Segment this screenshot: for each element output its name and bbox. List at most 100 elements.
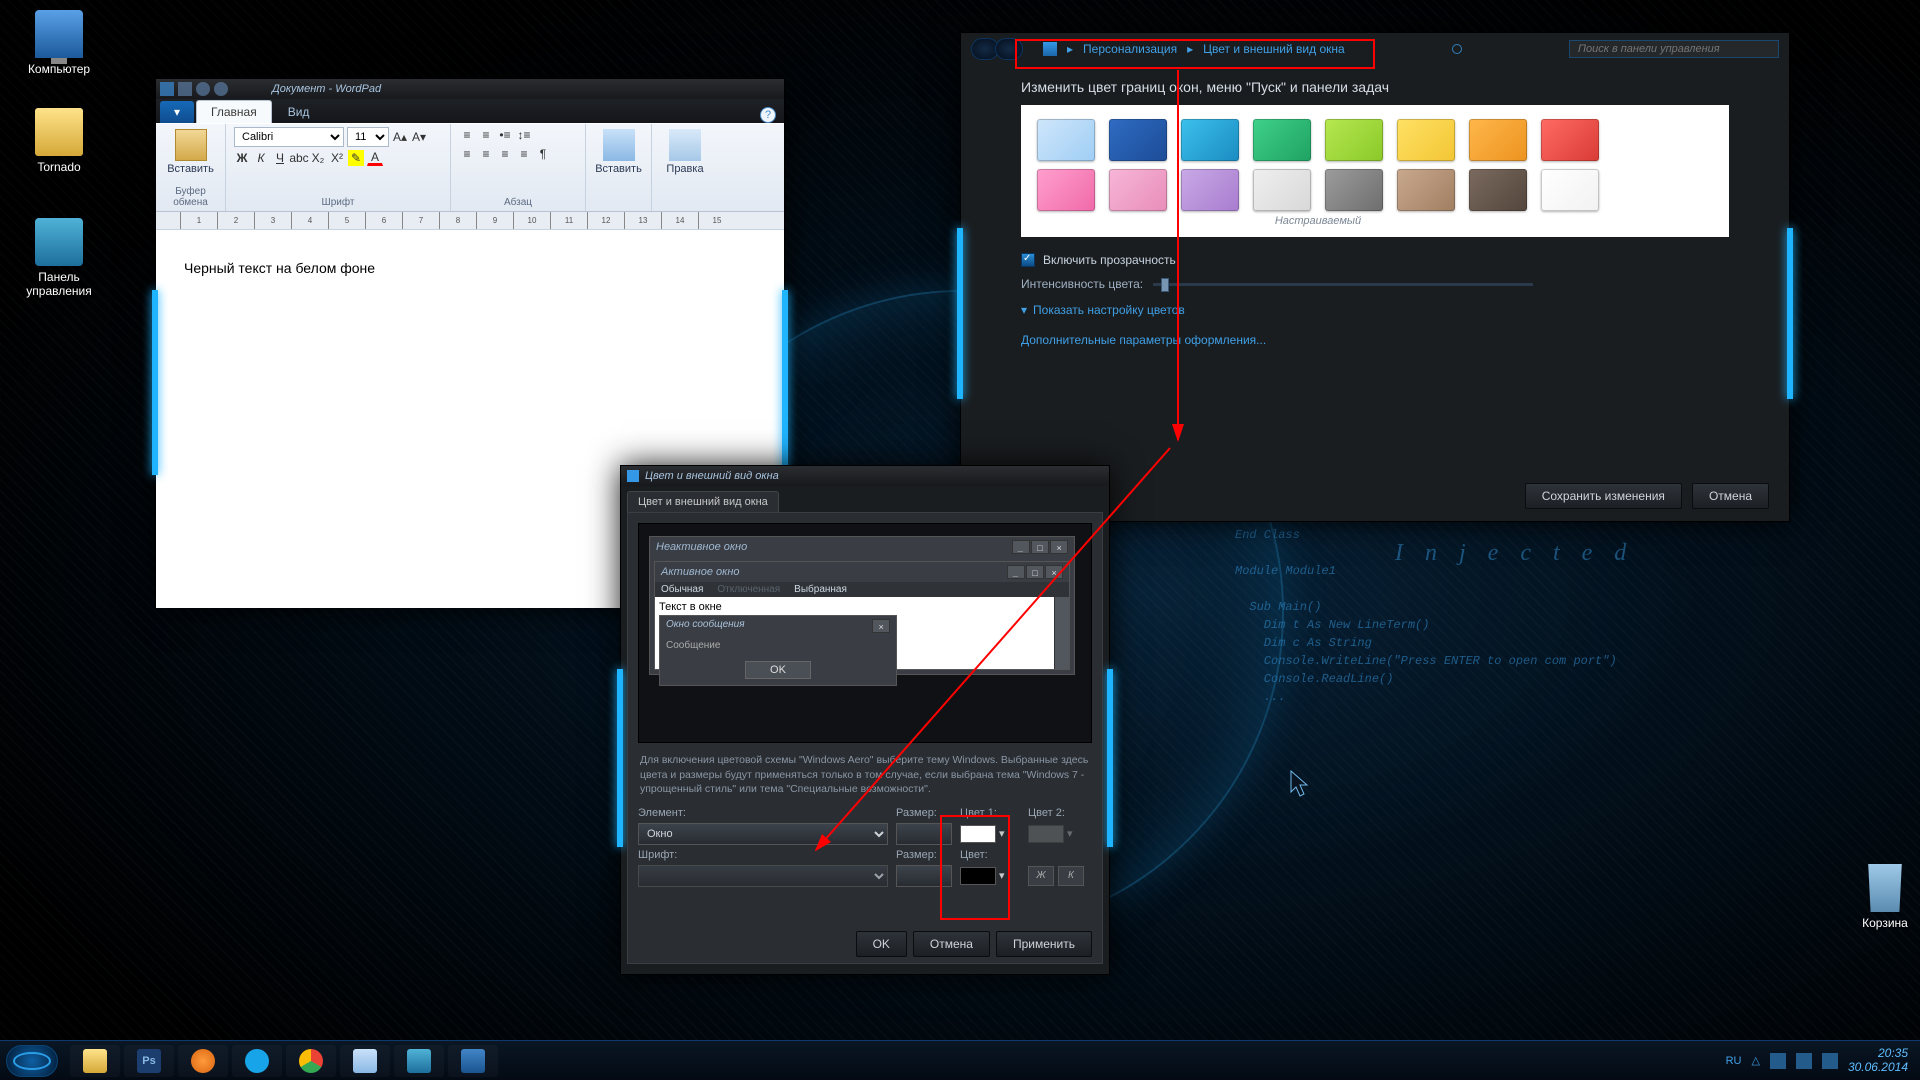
clock[interactable]: 20:3530.06.2014 [1848,1047,1914,1073]
redo-icon[interactable] [214,82,228,96]
tab-view[interactable]: Вид [274,101,324,123]
size-input[interactable] [896,823,952,845]
cancel-button[interactable]: Отмена [913,931,990,957]
color-swatch[interactable] [1109,169,1167,211]
nav-forward-button[interactable] [995,38,1023,60]
color-swatch[interactable] [1253,119,1311,161]
bold-icon[interactable]: Ж [234,150,250,166]
fontsize-input[interactable] [896,865,952,887]
bullets-icon[interactable]: •≡ [497,127,513,143]
italic-icon[interactable]: К [253,150,269,166]
intensity-label: Интенсивность цвета: [1021,277,1143,291]
edit-button[interactable]: Правка [660,127,710,177]
align-left-icon[interactable]: ≡ [459,146,475,162]
color-swatch[interactable] [1397,169,1455,211]
taskbar-personalization[interactable] [394,1045,444,1077]
taskbar-mediaplayer[interactable] [178,1045,228,1077]
align-center-icon[interactable]: ≡ [478,146,494,162]
save-icon[interactable] [178,82,192,96]
color-swatch[interactable] [1469,119,1527,161]
color-swatch[interactable] [1325,169,1383,211]
subscript-icon[interactable]: X₂ [310,150,326,166]
cancel-button[interactable]: Отмена [1692,483,1769,509]
highlight-icon[interactable]: ✎ [348,150,364,166]
font-size-select[interactable]: 11 [347,127,389,147]
color-swatch[interactable] [1397,119,1455,161]
color-swatch[interactable] [1469,169,1527,211]
tray-expand-icon[interactable]: △ [1751,1054,1759,1067]
dedent-icon[interactable]: ≡ [459,127,475,143]
color-swatch[interactable] [1181,119,1239,161]
wordpad-title: Документ - WordPad [272,83,381,95]
lang-indicator[interactable]: RU [1726,1055,1742,1067]
taskbar-appearance[interactable] [448,1045,498,1077]
desktop-icon-control-panel[interactable]: Панель управления [14,218,104,298]
action-center-icon[interactable] [1770,1053,1786,1069]
preview-messagebox: Окно сообщения× Сообщение OK [659,615,897,686]
label-element: Элемент: [638,807,888,819]
ok-button[interactable]: OK [856,931,907,957]
strike-icon[interactable]: abc [291,150,307,166]
bold-toggle[interactable]: Ж [1028,866,1054,886]
align-justify-icon[interactable]: ≡ [516,146,532,162]
volume-icon[interactable] [1822,1053,1838,1069]
paragraph-icon[interactable]: ¶ [535,146,551,162]
grow-font-icon[interactable]: A▴ [392,129,408,145]
shrink-font-icon[interactable]: A▾ [411,129,427,145]
paste-button[interactable]: Вставить [164,127,217,177]
search-input[interactable] [1569,40,1779,58]
color-swatch[interactable] [1037,169,1095,211]
color-swatch[interactable] [1325,119,1383,161]
start-button[interactable] [6,1045,58,1077]
font-select[interactable] [638,865,888,887]
indent-icon[interactable]: ≡ [478,127,494,143]
desktop-icon-recycle-bin[interactable]: Корзина [1840,864,1920,930]
font-family-select[interactable]: Calibri [234,127,344,147]
save-changes-button[interactable]: Сохранить изменения [1525,483,1682,509]
refresh-icon[interactable] [1452,44,1462,54]
taskbar-wordpad[interactable] [340,1045,390,1077]
taskbar-photoshop[interactable]: Ps [124,1045,174,1077]
desktop-icon-computer[interactable]: Компьютер [14,10,104,76]
file-menu[interactable]: ▾ [160,101,194,123]
color-swatch[interactable] [1109,119,1167,161]
element-select[interactable]: Окно [638,823,888,845]
superscript-icon[interactable]: X² [329,150,345,166]
taskbar-chrome[interactable] [286,1045,336,1077]
breadcrumb-window-color[interactable]: Цвет и внешний вид окна [1203,42,1345,56]
font-color-icon[interactable]: A [367,150,383,166]
undo-icon[interactable] [196,82,210,96]
dialog-tab[interactable]: Цвет и внешний вид окна [627,491,779,512]
color-swatch[interactable] [1037,119,1095,161]
align-right-icon[interactable]: ≡ [497,146,513,162]
desktop-icon-tornado[interactable]: Tornado [14,108,104,174]
transparency-checkbox[interactable]: Включить прозрачность [1021,253,1729,267]
network-icon[interactable] [1796,1053,1812,1069]
color-swatch[interactable] [1541,169,1599,211]
linespace-icon[interactable]: ↕≡ [516,127,532,143]
color-swatch[interactable] [1541,119,1599,161]
breadcrumb-arrow: ▸ [1067,42,1073,56]
breadcrumb-personalization[interactable]: Персонализация [1083,42,1177,56]
preview-pane: Неактивное окно_□× Активное окно_□× Обыч… [638,523,1092,743]
document-text: Черный текст на белом фоне [184,260,375,276]
maximize-icon: □ [1026,565,1044,579]
advanced-appearance-link[interactable]: Дополнительные параметры оформления... [1021,333,1266,347]
color-swatch[interactable] [1253,169,1311,211]
taskbar: Ps RU △ 20:3530.06.2014 [0,1040,1920,1080]
taskbar-skype[interactable] [232,1045,282,1077]
tab-home[interactable]: Главная [196,100,272,123]
insert-button[interactable]: Вставить [594,127,643,177]
icon-label: Панель управления [26,270,91,298]
color1-swatch[interactable]: ▾ [960,825,1020,843]
expand-color-mixer[interactable]: ▾Показать настройку цветов [1021,303,1729,317]
italic-toggle[interactable]: К [1058,866,1084,886]
underline-icon[interactable]: Ч [272,150,288,166]
intensity-slider[interactable] [1153,283,1533,286]
taskbar-explorer[interactable] [70,1045,120,1077]
color-swatch[interactable] [1181,169,1239,211]
apply-button[interactable]: Применить [996,931,1092,957]
wordpad-titlebar[interactable]: Документ - WordPad [156,79,784,99]
help-icon[interactable]: ? [760,107,776,123]
font-color-swatch[interactable]: ▾ [960,867,1020,885]
